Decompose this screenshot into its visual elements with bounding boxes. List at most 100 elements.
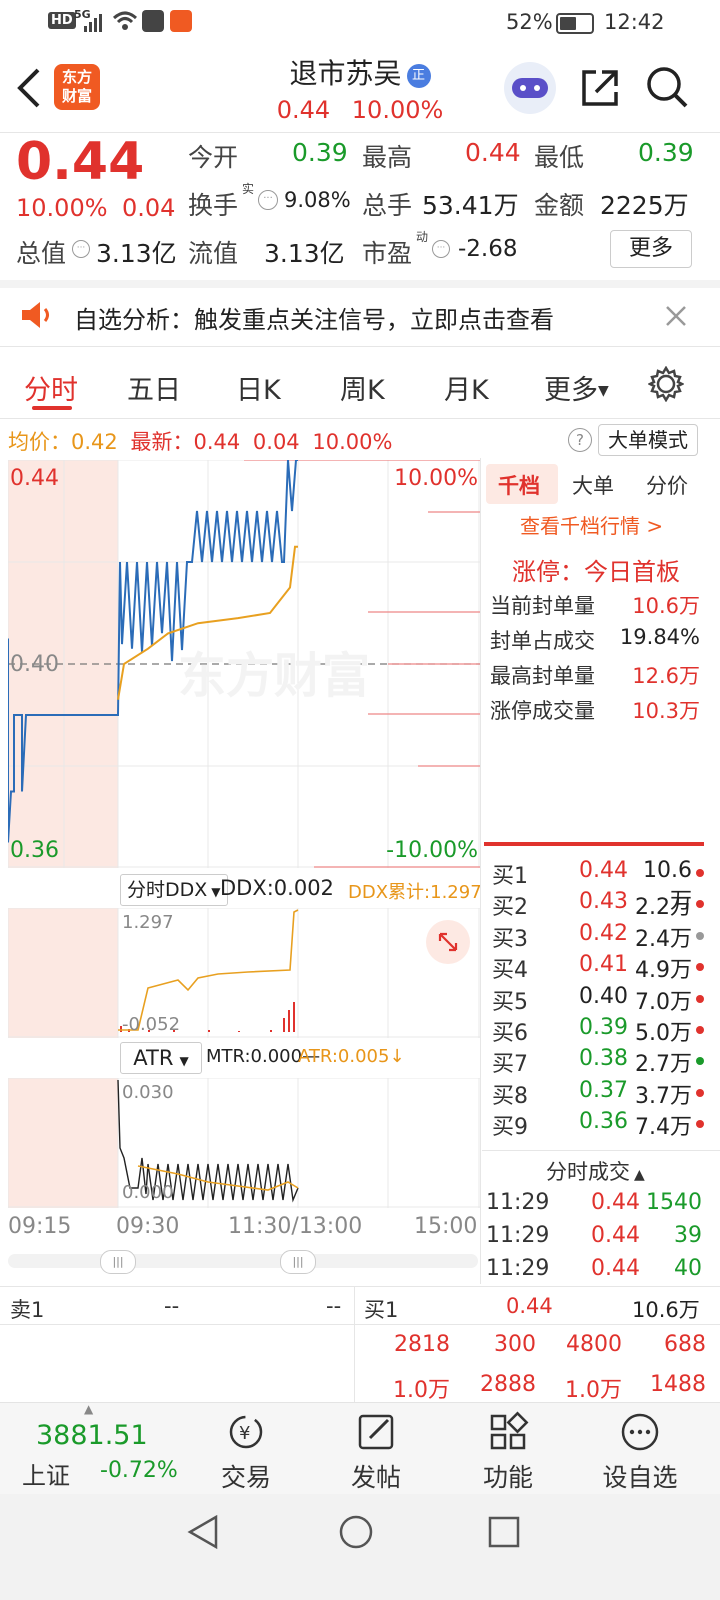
order-level-label: 买2 [492,889,528,921]
order-book-row[interactable]: 买1 0.44 10.6万 [492,858,714,888]
tick-time: 11:29 [486,1256,549,1281]
order-book-row[interactable]: 买8 0.37 3.7万 [492,1078,714,1108]
tick-time: 11:29 [486,1223,549,1248]
post-button[interactable]: 发帖 [316,1410,436,1494]
help-icon[interactable]: ? [568,428,592,452]
order-dot [696,1089,704,1097]
app-notify-icon [170,10,192,32]
slider-right-handle[interactable]: ||| [280,1250,316,1274]
tab-intraday[interactable]: 分时 [24,368,78,407]
tick-price: 0.44 [580,1190,640,1215]
order-book-row[interactable]: 买3 0.42 2.4万 [492,921,714,951]
share-icon[interactable] [578,66,622,110]
watermark: 东方财富 [178,648,370,704]
info-icon[interactable]: ··· [432,240,450,258]
tab-five-day[interactable]: 五日 [127,368,181,407]
tab-weekly-k[interactable]: 周K [340,368,385,407]
order-level-label: 买5 [492,984,528,1016]
ddx-chart[interactable]: 1.297 -0.052 [8,908,480,1038]
order-price: 0.42 [566,921,628,946]
close-icon[interactable] [664,304,688,328]
order-volume: 4.9万 [628,952,692,984]
big-order-mode-button[interactable]: 大单模式 [598,424,698,456]
x-tick-1130: 11:30/13:00 [228,1214,362,1239]
index-ticker[interactable]: ▲ 3881.51 上证 -0.72% [0,1402,196,1494]
avg-label: 均价： [8,430,71,454]
wifi-icon [112,10,138,32]
tab-daily-k[interactable]: 日K [236,368,281,407]
tab-more[interactable]: 更多▼ [544,368,609,407]
add-watchlist-button[interactable]: 设自选 [580,1410,700,1494]
index-value: 3881.51 [36,1420,148,1451]
nav-recents-icon[interactable] [488,1516,520,1548]
functions-button[interactable]: 功能 [448,1410,568,1494]
slider-left-handle[interactable]: ||| [100,1250,136,1274]
order-book-row[interactable]: 买9 0.36 7.4万 [492,1109,714,1139]
queue-order-volume: 1.0万 [560,1372,622,1404]
order-price: 0.41 [566,952,628,977]
queue-order-volume: 1488 [644,1372,706,1397]
order-dot [696,1120,704,1128]
queue-order-volume: 4800 [560,1332,622,1357]
order-book-row[interactable]: 买6 0.39 5.0万 [492,1015,714,1045]
chevron-down-icon: ▼ [179,1054,188,1068]
info-icon[interactable]: ··· [72,240,90,258]
robot-assistant-icon[interactable] [504,62,556,114]
ddx-bar [293,1002,295,1032]
ddx-cumulative: DDX累计:1.297 [348,878,482,904]
ddx-axis-top: 1.297 [122,912,174,933]
ticks-title[interactable]: 分时成交 ▲ [546,1156,645,1186]
order-level-label: 买7 [492,1046,528,1078]
buy1-price: 0.44 [506,1294,553,1318]
price-change: 0.04 [122,194,175,222]
more-button[interactable]: 更多 [610,230,692,268]
price-axis-mid: 0.40 [10,652,59,677]
buy1-volume: 10.6万 [632,1294,700,1324]
order-dot [696,963,704,971]
order-book-row[interactable]: 买4 0.41 4.9万 [492,952,714,982]
depth-quote-link[interactable]: 查看千档行情 > [520,510,663,539]
info-change: 0.04 [253,430,300,454]
volume-value: 53.41万 [422,186,519,222]
price-axis-top: 0.44 [10,466,59,491]
order-book-row[interactable]: 买2 0.43 2.2万 [492,889,714,919]
trade-icon: ¥ [224,1410,268,1454]
settings-gear-icon[interactable] [648,366,684,402]
ddx-axis-bottom: -0.052 [122,1014,180,1035]
tab-monthly-k[interactable]: 月K [444,368,489,407]
buy1-label: 买1 [364,1294,398,1324]
sell1-label: 卖1 [10,1294,44,1324]
signal-icon [84,12,106,32]
order-book-row[interactable]: 买7 0.38 2.7万 [492,1046,714,1076]
order-book-row[interactable]: 买5 0.40 7.0万 [492,984,714,1014]
nav-home-icon[interactable] [338,1514,374,1550]
ddx-bar [208,1030,210,1032]
side-tab-depth[interactable]: 千档 [498,470,540,500]
caret-up-icon: ▲ [634,1167,645,1183]
amount-label: 金额 [534,186,584,222]
svg-text:¥: ¥ [239,1423,250,1444]
x-tick-1500: 15:00 [414,1214,477,1239]
pct-axis-bottom: -10.00% [386,838,478,863]
trade-button[interactable]: ¥ 交易 [186,1410,306,1494]
atr-chart[interactable]: 0.030 0.000 [8,1078,480,1208]
price-chart[interactable]: 东方财富 0.44 0.40 0.36 10.00% -10.00% [8,460,480,868]
tick-volume: 39 [636,1223,702,1248]
info-icon[interactable]: ··· [258,190,278,210]
side-tab-price-dist[interactable]: 分价 [646,470,688,500]
expand-icon[interactable] [426,920,470,964]
x-tick-0915: 09:15 [8,1214,71,1239]
order-volume: 3.7万 [628,1078,692,1110]
side-tab-big-order[interactable]: 大单 [572,470,614,500]
order-price: 0.37 [566,1078,628,1103]
avg-value: 0.42 [71,430,118,454]
ddx-selector[interactable]: 分时DDX ▼ [120,874,228,906]
order-volume: 2.7万 [628,1046,692,1078]
search-icon[interactable] [644,64,690,110]
pct-axis-top: 10.00% [394,466,478,491]
atr-selector[interactable]: ATR ▼ [120,1042,202,1074]
time-range-slider[interactable]: ||| ||| [8,1254,478,1268]
open-label: 今开 [188,138,238,174]
order-book-divider [484,842,704,846]
nav-back-icon[interactable] [186,1514,220,1550]
